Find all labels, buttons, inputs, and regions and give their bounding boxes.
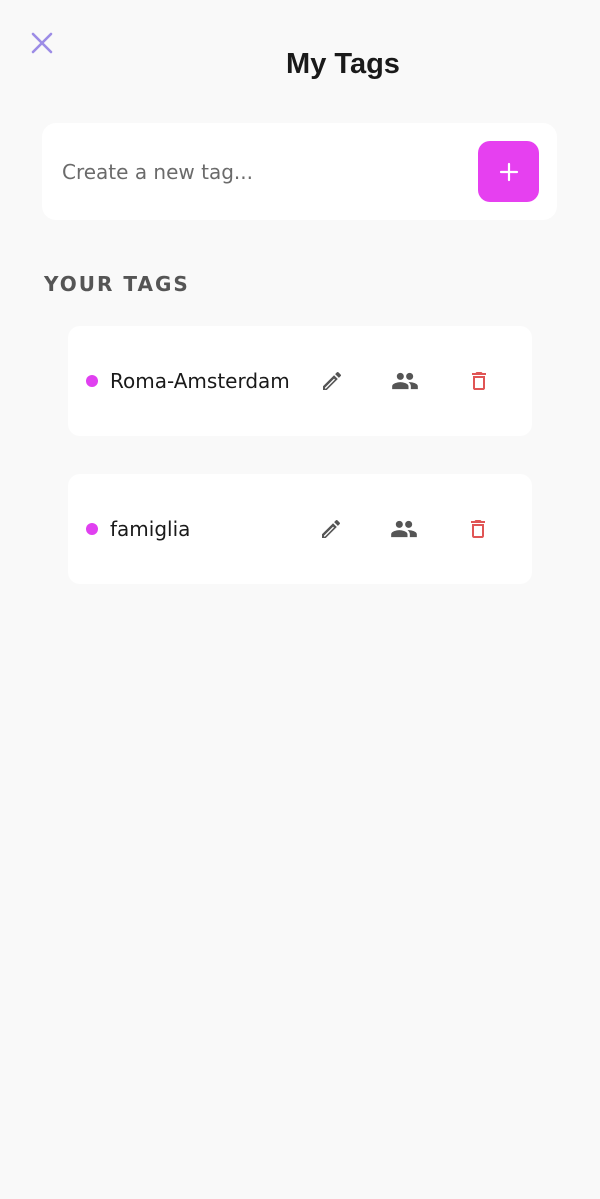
people-icon xyxy=(392,372,418,390)
create-tag-input[interactable] xyxy=(62,159,478,184)
my-tags-screen: My Tags YOUR TAGS Roma-Amsterdam xyxy=(0,0,600,1199)
edit-tag-button[interactable] xyxy=(312,361,352,401)
edit-tag-button[interactable] xyxy=(311,509,351,549)
trash-icon xyxy=(471,520,485,538)
delete-tag-button[interactable] xyxy=(458,509,498,549)
trash-icon xyxy=(472,372,486,390)
tag-card: famiglia xyxy=(68,474,532,584)
tag-name: Roma-Amsterdam xyxy=(110,369,290,393)
plus-icon xyxy=(499,162,518,181)
tag-card: Roma-Amsterdam xyxy=(68,326,532,436)
pencil-icon xyxy=(323,371,342,390)
add-tag-button[interactable] xyxy=(478,141,539,202)
section-label-your-tags: YOUR TAGS xyxy=(44,272,190,296)
share-tag-button[interactable] xyxy=(384,509,424,549)
page-title: My Tags xyxy=(286,48,400,80)
tag-name: famiglia xyxy=(110,517,191,541)
share-tag-button[interactable] xyxy=(385,361,425,401)
people-icon xyxy=(391,520,417,538)
pencil-icon xyxy=(322,519,341,538)
tag-color-dot xyxy=(86,375,98,387)
tag-color-dot xyxy=(86,523,98,535)
delete-tag-button[interactable] xyxy=(459,361,499,401)
create-tag-box xyxy=(42,123,557,220)
